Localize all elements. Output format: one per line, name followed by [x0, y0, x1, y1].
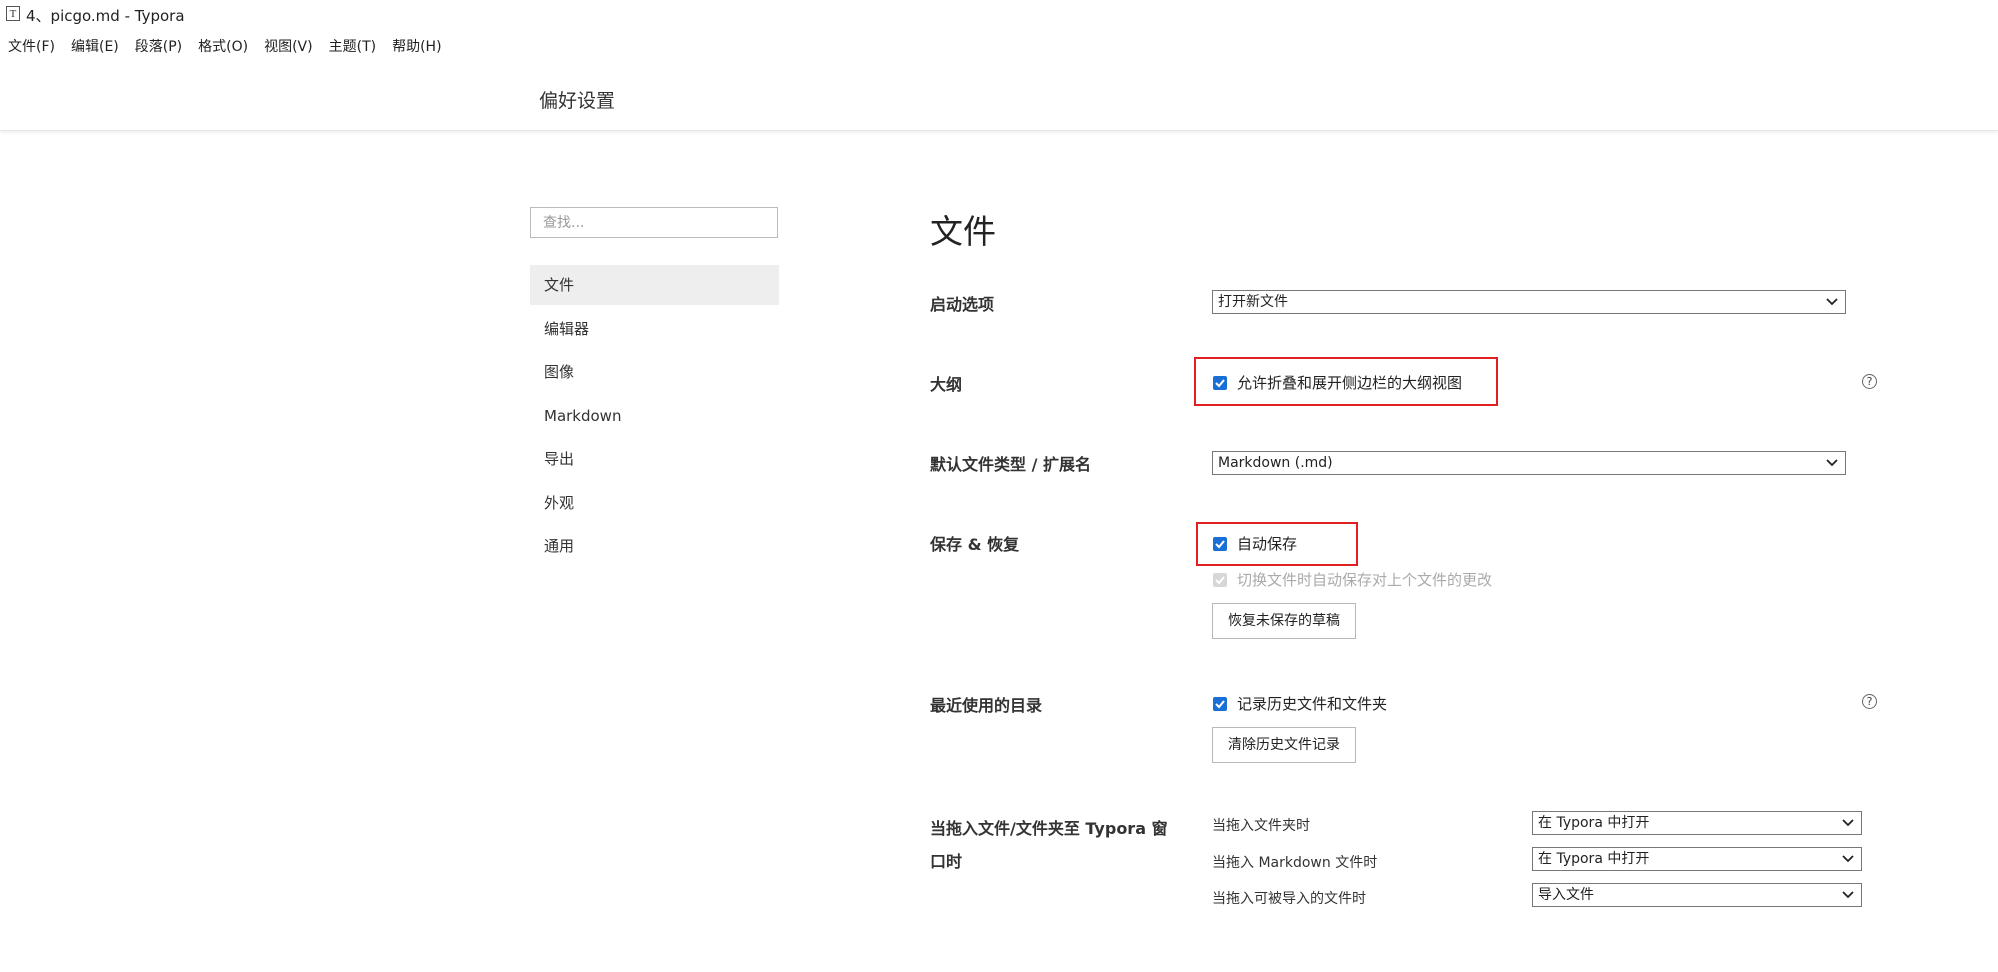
- outline-checkbox-label: 允许折叠和展开侧边栏的大纲视图: [1237, 374, 1463, 392]
- chevron-down-icon: [1841, 852, 1855, 866]
- preferences-header: [0, 58, 1998, 131]
- drag-files-label-line2: 口时: [930, 852, 963, 871]
- drag-folder-value: 在 Typora 中打开: [1538, 815, 1650, 831]
- switch-autosave-checkbox-label: 切换文件时自动保存对上个文件的更改: [1237, 571, 1493, 589]
- menu-theme[interactable]: 主题(T): [329, 36, 376, 58]
- menu-edit[interactable]: 编辑(E): [71, 36, 119, 58]
- menu-help[interactable]: 帮助(H): [392, 36, 441, 58]
- default-file-type-label: 默认文件类型 / 扩展名: [930, 455, 1091, 474]
- menu-view[interactable]: 视图(V): [264, 36, 313, 58]
- startup-option-select[interactable]: 打开新文件: [1212, 290, 1846, 314]
- nav-item-markdown[interactable]: Markdown: [530, 396, 779, 436]
- window-title: 4、picgo.md - Typora: [26, 7, 185, 25]
- nav-item-editor[interactable]: 编辑器: [530, 309, 779, 349]
- typora-app-icon: T: [6, 6, 20, 21]
- drag-importable-value: 导入文件: [1538, 887, 1594, 903]
- drag-markdown-select[interactable]: 在 Typora 中打开: [1532, 847, 1862, 871]
- chevron-down-icon: [1825, 295, 1839, 309]
- recent-help-icon[interactable]: ?: [1862, 694, 1877, 709]
- outline-label: 大纲: [930, 375, 963, 394]
- section-title: 文件: [930, 212, 996, 251]
- clear-history-button[interactable]: 清除历史文件记录: [1212, 727, 1356, 763]
- save-restore-label: 保存 & 恢复: [930, 535, 1020, 554]
- menu-bar: 文件(F) 编辑(E) 段落(P) 格式(O) 视图(V) 主题(T) 帮助(H…: [0, 36, 450, 58]
- chevron-down-icon: [1841, 888, 1855, 902]
- restore-drafts-button[interactable]: 恢复未保存的草稿: [1212, 603, 1356, 639]
- autosave-checkbox-row[interactable]: 自动保存: [1213, 533, 1297, 554]
- nav-item-general[interactable]: 通用: [530, 526, 779, 566]
- menu-paragraph[interactable]: 段落(P): [135, 36, 182, 58]
- default-file-type-value: Markdown (.md): [1218, 455, 1333, 471]
- switch-autosave-checkbox-row: 切换文件时自动保存对上个文件的更改: [1213, 569, 1492, 590]
- autosave-checkbox[interactable]: [1213, 536, 1227, 551]
- nav-item-export[interactable]: 导出: [530, 439, 779, 479]
- nav-item-image[interactable]: 图像: [530, 352, 779, 392]
- nav-item-appearance[interactable]: 外观: [530, 483, 779, 523]
- recent-directories-label: 最近使用的目录: [930, 696, 1043, 715]
- outline-checkbox-row[interactable]: 允许折叠和展开侧边栏的大纲视图: [1213, 372, 1462, 393]
- drag-importable-label: 当拖入可被导入的文件时: [1212, 891, 1366, 907]
- drag-folder-label: 当拖入文件夹时: [1212, 818, 1310, 834]
- menu-file[interactable]: 文件(F): [8, 36, 55, 58]
- drag-files-label-line1: 当拖入文件/文件夹至 Typora 窗: [930, 819, 1168, 838]
- drag-markdown-label: 当拖入 Markdown 文件时: [1212, 855, 1378, 871]
- recent-history-checkbox-row[interactable]: 记录历史文件和文件夹: [1213, 693, 1387, 714]
- chevron-down-icon: [1841, 816, 1855, 830]
- drag-folder-select[interactable]: 在 Typora 中打开: [1532, 811, 1862, 835]
- menu-format[interactable]: 格式(O): [198, 36, 248, 58]
- drag-markdown-value: 在 Typora 中打开: [1538, 851, 1650, 867]
- startup-option-label: 启动选项: [930, 295, 995, 314]
- title-bar: T 4、picgo.md - Typora: [0, 0, 1998, 30]
- outline-checkbox[interactable]: [1213, 375, 1227, 390]
- recent-history-checkbox-label: 记录历史文件和文件夹: [1237, 695, 1388, 713]
- nav-item-file[interactable]: 文件: [530, 265, 779, 305]
- preferences-title: 偏好设置: [539, 90, 616, 112]
- switch-autosave-checkbox: [1213, 572, 1227, 587]
- startup-option-value: 打开新文件: [1218, 294, 1288, 310]
- preferences-search-input[interactable]: [530, 207, 778, 238]
- autosave-checkbox-label: 自动保存: [1237, 535, 1298, 553]
- drag-importable-select[interactable]: 导入文件: [1532, 883, 1862, 907]
- chevron-down-icon: [1825, 456, 1839, 470]
- default-file-type-select[interactable]: Markdown (.md): [1212, 451, 1846, 475]
- recent-history-checkbox[interactable]: [1213, 696, 1227, 711]
- outline-help-icon[interactable]: ?: [1862, 374, 1877, 389]
